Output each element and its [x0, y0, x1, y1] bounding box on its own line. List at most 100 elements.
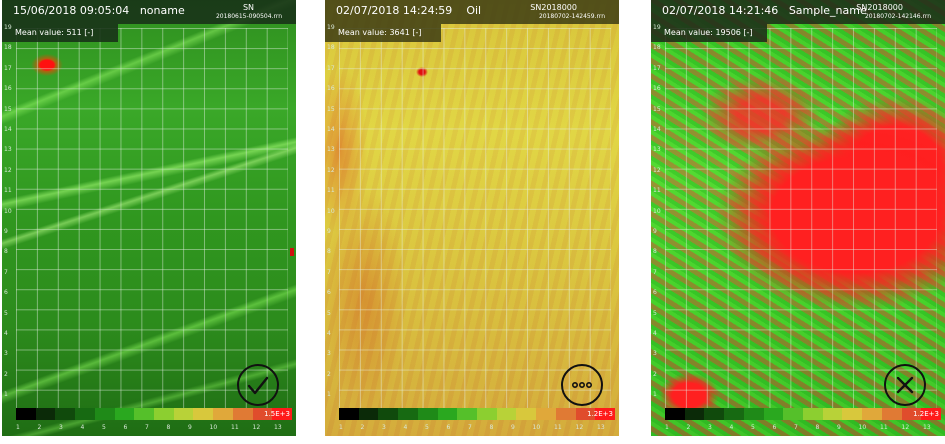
file-name: 20180702-142459.rrn — [538, 13, 605, 20]
x-tick-label: 5 — [751, 424, 755, 431]
x-tick-label: 13 — [274, 424, 282, 431]
color-scale-segment — [763, 408, 784, 420]
y-tick-label: 3 — [4, 350, 8, 358]
color-scale-segment — [516, 408, 537, 420]
mean-label: Mean value: — [664, 28, 713, 37]
x-tick-label: 6 — [446, 424, 451, 431]
y-tick-label: 13 — [327, 146, 335, 154]
color-scale-segment — [75, 408, 95, 420]
color-scale-segment — [724, 408, 744, 420]
y-tick-label: 6 — [327, 289, 331, 297]
x-tick-label: 1 — [339, 424, 343, 431]
y-tick-label: 6 — [653, 289, 657, 297]
y-tick-label: 1 — [4, 391, 8, 399]
x-tick-label: 4 — [403, 424, 408, 431]
x-tick-label: 10 — [209, 424, 218, 431]
measurement-panel-1[interactable]: 15/06/2018 09:05:04 noname SN 20180615-0… — [2, 0, 296, 436]
y-tick-label: 3 — [327, 350, 331, 358]
color-scale-segment — [842, 408, 863, 420]
y-tick-label: 1 — [327, 391, 331, 399]
color-scale: 1.2E+3 — [339, 408, 616, 420]
x-tick-label: 6 — [772, 424, 777, 431]
panel-header: 02/07/2018 14:21:46 Sample_name SN201800… — [651, 0, 945, 24]
x-tick-label: 13 — [923, 424, 931, 431]
y-tick-label: 4 — [4, 330, 8, 337]
x-tick-label: 8 — [166, 424, 171, 431]
x-tick-label: 13 — [597, 424, 605, 431]
mean-number: 3641 [-] — [389, 28, 422, 37]
y-tick-label: 11 — [653, 187, 661, 195]
color-scale-segment — [134, 408, 155, 420]
measurement-panel-2[interactable]: 02/07/2018 14:24:59 Oil SN2018000 201807… — [325, 0, 619, 436]
y-tick-label: 15 — [4, 105, 12, 113]
x-tick-label: 9 — [511, 424, 515, 431]
sample-name: noname — [139, 4, 185, 17]
y-tick-label: 11 — [327, 187, 335, 195]
y-tick-label: 4 — [327, 330, 331, 337]
mean-label: Mean value: — [338, 28, 387, 37]
y-tick-label: 18 — [653, 44, 661, 52]
y-tick-label: 12 — [653, 166, 661, 174]
grid-overlay — [16, 28, 288, 410]
y-tick-label: 11 — [4, 187, 12, 195]
x-tick-label: 4 — [729, 424, 734, 431]
color-scale-segment — [213, 408, 233, 420]
x-tick-label: 4 — [80, 424, 85, 431]
y-tick-label: 16 — [4, 85, 12, 93]
file-name: 20180615-090504.rrn — [215, 13, 282, 20]
panel-header: 02/07/2018 14:24:59 Oil SN2018000 201807… — [325, 0, 619, 24]
sample-name: Sample_name — [788, 4, 867, 17]
y-tick-label: 18 — [4, 44, 12, 52]
color-scale-segment — [881, 408, 902, 420]
measurement-panel-3[interactable]: 02/07/2018 14:21:46 Sample_name SN201800… — [651, 0, 945, 436]
y-tick-label: 13 — [4, 146, 12, 154]
y-tick-label: 1 — [653, 391, 657, 399]
y-tick-label: 19 — [327, 24, 335, 31]
y-tick-label: 9 — [653, 228, 657, 235]
y-tick-label: 13 — [653, 146, 661, 154]
color-scale-segment — [822, 408, 843, 420]
y-tick-label: 4 — [653, 330, 657, 337]
color-scale: 1.2E+3 — [665, 408, 942, 420]
grid-overlay — [339, 28, 611, 410]
x-tick-label: 2 — [37, 424, 42, 431]
y-tick-label: 8 — [653, 248, 657, 256]
color-scale-segment — [339, 408, 359, 420]
y-tick-label: 18 — [327, 44, 335, 52]
y-tick-label: 15 — [327, 105, 335, 113]
x-tick-label: 9 — [837, 424, 841, 431]
y-tick-label: 2 — [4, 370, 8, 378]
y-tick-label: 17 — [327, 64, 335, 72]
y-tick-label: 14 — [653, 126, 661, 133]
mean-value: Mean value: 19506 [-] — [664, 28, 753, 37]
y-tick-label: 2 — [327, 370, 331, 378]
ellipsis-icon[interactable] — [561, 364, 603, 406]
y-axis: 19 18 17 16 15 14 13 12 11 10 9 8 7 6 5 4 3 2 1 — [653, 24, 663, 414]
y-tick-label: 17 — [4, 64, 12, 72]
y-tick-label: 7 — [653, 268, 657, 276]
x-tick-label: 11 — [880, 424, 888, 431]
scale-max-label: 1.5E+3 — [264, 410, 290, 418]
check-icon[interactable] — [237, 364, 279, 406]
color-scale-segment — [35, 408, 56, 420]
x-tick-label: 9 — [188, 424, 192, 431]
color-scale-segment — [94, 408, 115, 420]
color-scale-segment — [457, 408, 478, 420]
x-tick-label: 8 — [815, 424, 820, 431]
color-scale-segment — [55, 408, 76, 420]
mean-value: Mean value: 511 [-] — [15, 28, 93, 37]
y-tick-label: 8 — [327, 248, 331, 256]
x-tick-label: 7 — [794, 424, 798, 431]
color-scale-segment — [477, 408, 497, 420]
x-tick-label: 7 — [468, 424, 472, 431]
color-scale-segment — [555, 408, 576, 420]
color-scale-segment — [536, 408, 556, 420]
color-scale-segment — [665, 408, 685, 420]
color-scale-segment — [398, 408, 418, 420]
y-tick-label: 10 — [653, 207, 661, 215]
y-tick-label: 2 — [653, 370, 657, 378]
color-scale-segment — [154, 408, 174, 420]
datetime: 15/06/2018 09:05:04 — [13, 4, 130, 17]
cross-icon[interactable] — [884, 364, 926, 406]
serial-number: SN2018000 — [856, 3, 903, 12]
